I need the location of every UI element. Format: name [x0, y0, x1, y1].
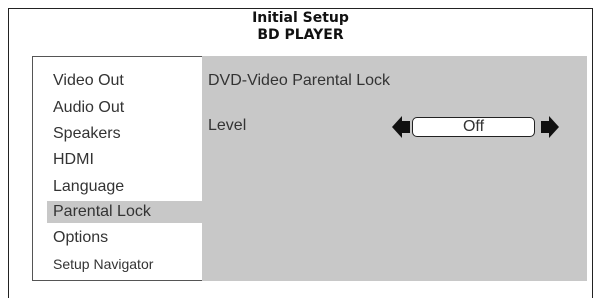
sidebar-menu: Video Out Audio Out Speakers HDMI Langua…: [32, 56, 203, 281]
sidebar-item-speakers[interactable]: Speakers: [53, 125, 121, 143]
device-subtitle: BD PLAYER: [257, 27, 344, 43]
page-title: Initial Setup: [252, 10, 349, 26]
level-value-selector[interactable]: Off: [412, 117, 535, 137]
sidebar-item-setup-navigator[interactable]: Setup Navigator: [53, 256, 153, 272]
panel-title: DVD-Video Parental Lock: [208, 72, 391, 89]
left-arrow-icon[interactable]: [392, 116, 410, 138]
sidebar-item-audio-out[interactable]: Audio Out: [53, 99, 124, 117]
sidebar-item-hdmi[interactable]: HDMI: [53, 151, 94, 169]
level-label: Level: [208, 117, 247, 134]
sidebar-item-options[interactable]: Options: [53, 229, 108, 247]
sidebar-item-video-out[interactable]: Video Out: [53, 72, 124, 90]
window-title-block: Initial Setup BD PLAYER: [0, 10, 601, 44]
sidebar-item-language[interactable]: Language: [53, 178, 124, 196]
sidebar-item-parental-lock[interactable]: Parental Lock: [47, 201, 203, 223]
right-arrow-icon[interactable]: [541, 116, 559, 138]
settings-panel: DVD-Video Parental Lock Level Off: [202, 56, 587, 281]
